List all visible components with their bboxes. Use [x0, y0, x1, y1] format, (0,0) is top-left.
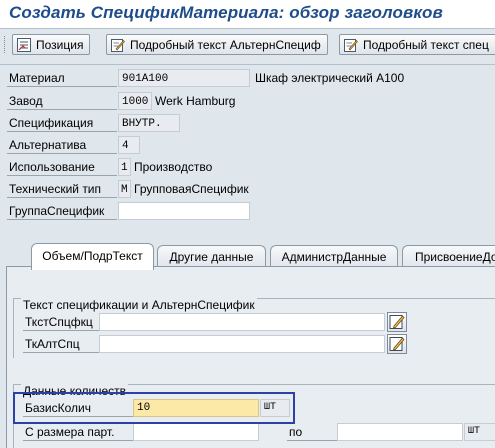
usage-row: Использование 1 Производство: [0, 157, 495, 177]
divider: [0, 64, 495, 65]
title-bar: Создать СпецификМатериала: обзор заголов…: [0, 0, 495, 28]
edit-text-icon: [111, 38, 125, 52]
tech-type-row: Технический тип M ГрупповаяСпецифик: [0, 179, 495, 199]
plant-label: Завод: [7, 92, 117, 110]
lot-from-field[interactable]: [133, 423, 259, 441]
material-description: Шкаф электрический A100: [255, 71, 405, 85]
spec-text-field[interactable]: [99, 313, 385, 331]
toolbar-grip: [4, 36, 6, 53]
spec-group-label: ГруппаСпецифик: [7, 202, 117, 220]
highlight-box: [13, 392, 295, 424]
list-icon: [17, 37, 31, 52]
tab-strip: Объем/ПодрТекст Другие данные АдминистрД…: [0, 243, 495, 270]
alt-text-edit-button[interactable]: [387, 334, 407, 354]
alternative-field[interactable]: 4: [118, 136, 140, 154]
alternative-row: Альтернатива 4: [0, 135, 495, 155]
lot-to-field[interactable]: [337, 423, 463, 441]
detail-text-alt-spec-button[interactable]: Подробный текст АльтернСпециф: [106, 34, 328, 55]
material-row: Материал 901A100 Шкаф электрический A100: [0, 68, 495, 88]
specification-row: Спецификация ВНУТР.: [0, 113, 495, 133]
spec-text-group-title: Текст спецификации и АльтернСпецифик: [21, 298, 257, 312]
detail-text-spec-button[interactable]: Подробный текст спец: [339, 34, 495, 55]
edit-text-icon: [344, 38, 358, 52]
tech-type-field[interactable]: M: [118, 180, 131, 198]
alt-text-field[interactable]: [99, 335, 385, 353]
usage-label: Использование: [7, 158, 117, 176]
spec-text-label: ТкстСпцфкц: [23, 313, 99, 331]
tech-type-label: Технический тип: [7, 180, 117, 198]
specification-label: Спецификация: [7, 114, 117, 132]
tech-type-description: ГрупповаяСпецифик: [134, 182, 249, 196]
alternative-label: Альтернатива: [7, 136, 117, 154]
usage-description: Производство: [134, 160, 213, 174]
position-button-label: Позиция: [36, 37, 84, 52]
spec-group-field[interactable]: [118, 202, 250, 220]
lot-from-label: С размера парт.: [23, 423, 133, 441]
page-title: Создать СпецификМатериала: обзор заголов…: [9, 3, 443, 22]
tab-quantity-text[interactable]: Объем/ПодрТекст: [31, 243, 154, 270]
material-label: Материал: [7, 69, 117, 87]
spec-group-row: ГруппаСпецифик: [0, 201, 495, 221]
detail-text-alt-spec-label: Подробный текст АльтернСпециф: [130, 37, 321, 52]
edit-pencil-icon: [389, 337, 405, 351]
application-toolbar: Позиция Подробный текст АльтернСпециф По…: [0, 29, 495, 64]
lot-to-label: по: [287, 423, 337, 441]
lot-unit: ШТ: [464, 423, 495, 441]
plant-description: Werk Hamburg: [155, 94, 236, 108]
specification-field[interactable]: ВНУТР.: [118, 114, 180, 132]
plant-field[interactable]: 1000: [118, 92, 152, 110]
detail-text-spec-label: Подробный текст спец: [363, 37, 489, 52]
alt-text-label: ТкАлтСпц: [23, 335, 99, 353]
edit-pencil-icon: [389, 315, 405, 329]
position-button[interactable]: Позиция: [12, 34, 91, 55]
material-field[interactable]: 901A100: [118, 69, 250, 87]
usage-field[interactable]: 1: [118, 158, 131, 176]
spec-text-edit-button[interactable]: [387, 312, 407, 332]
plant-row: Завод 1000 Werk Hamburg: [0, 91, 495, 111]
